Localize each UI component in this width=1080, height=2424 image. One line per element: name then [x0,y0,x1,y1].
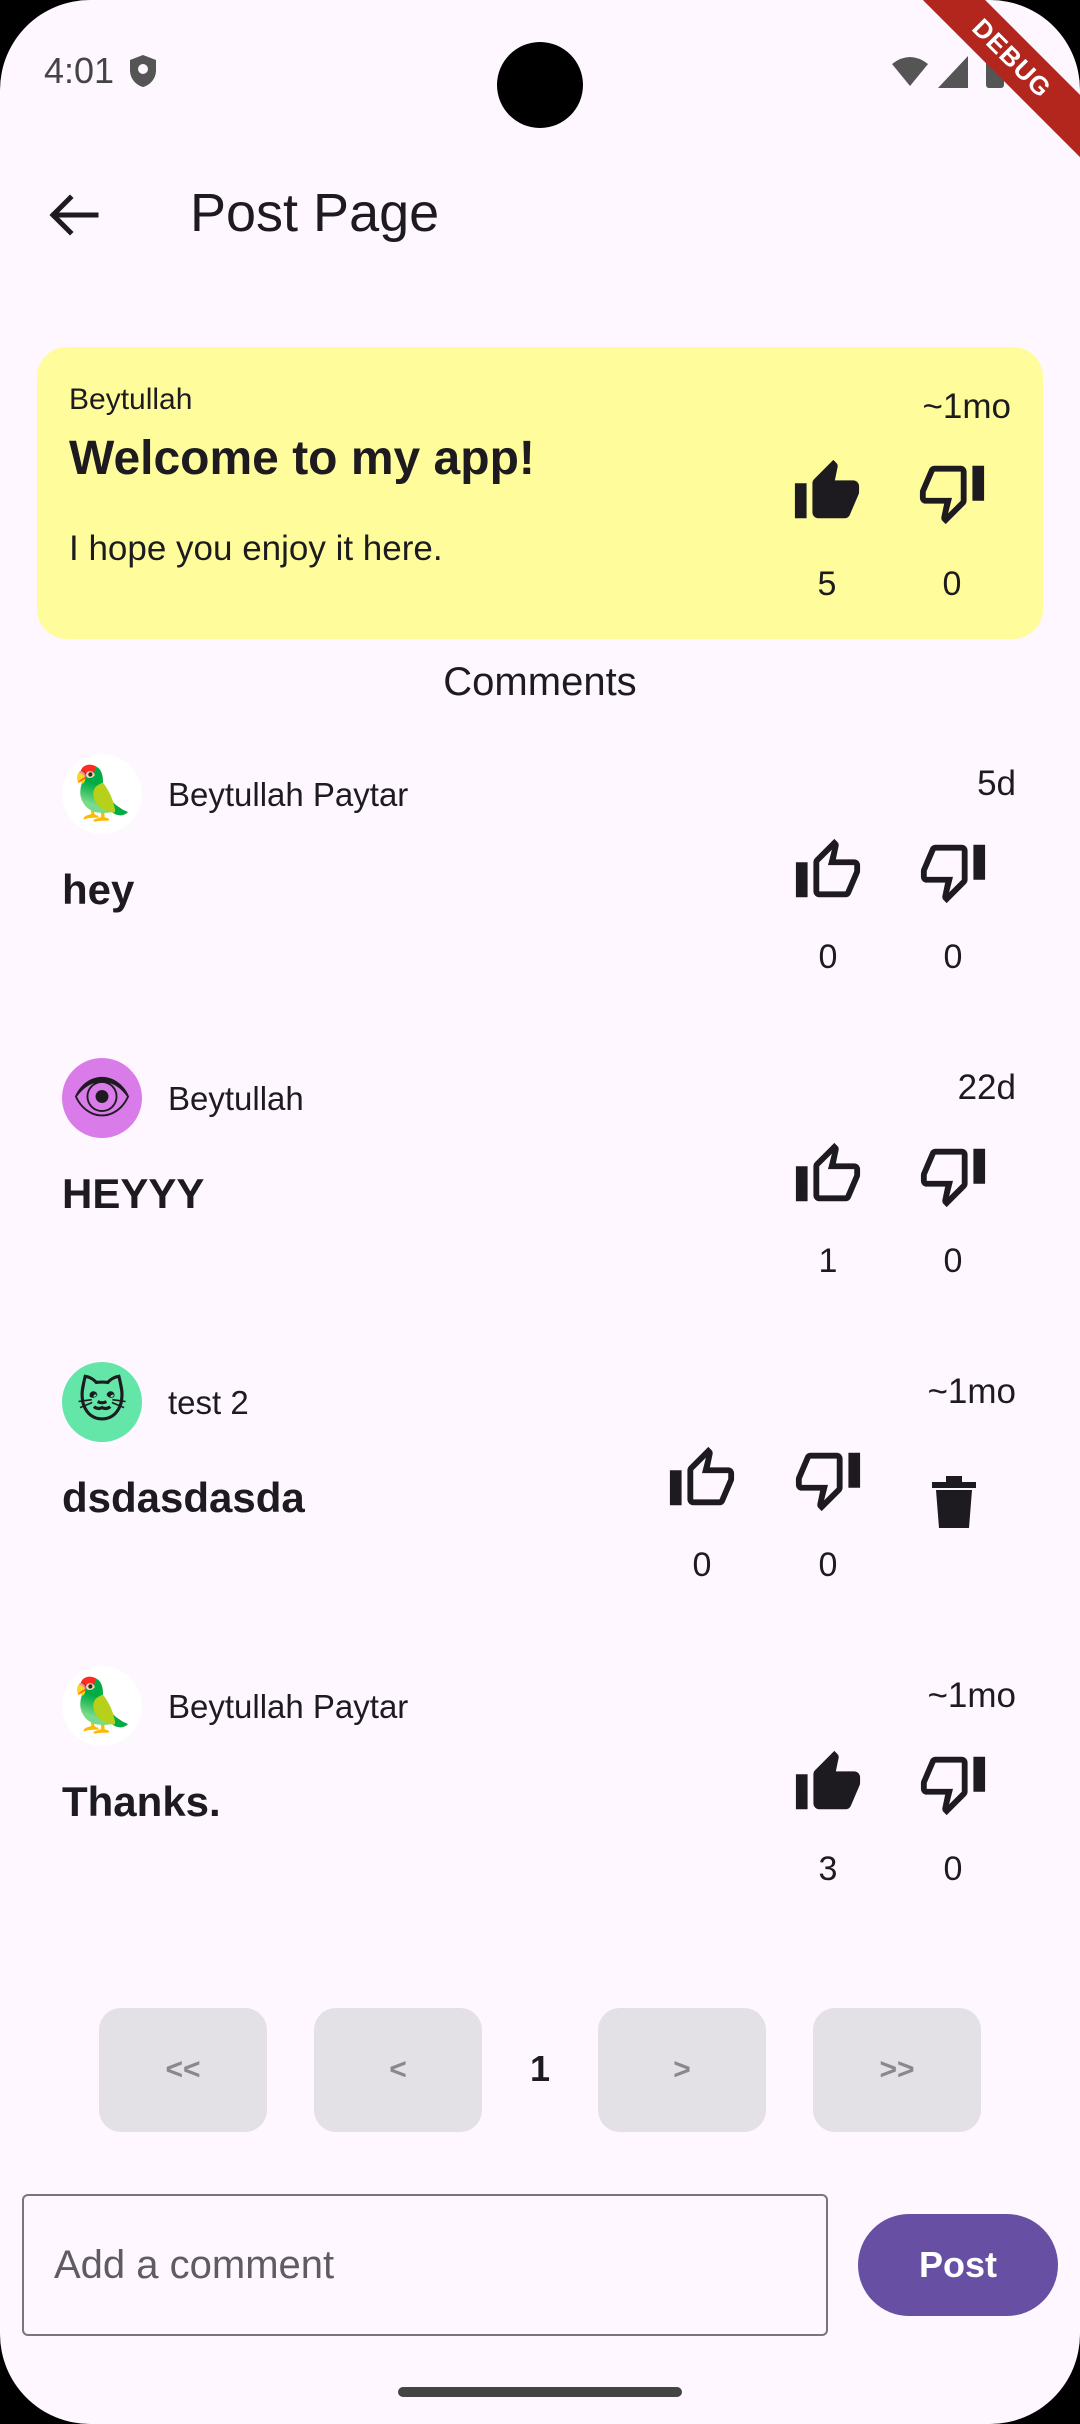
prev-page-button[interactable]: < [314,2008,482,2132]
post-like-count: 5 [817,565,837,603]
home-indicator[interactable] [398,2387,682,2397]
comment-like-count: 3 [818,1850,838,1888]
post-author: Beytullah [69,383,193,416]
comment-like-count: 0 [818,938,838,976]
page-title: Post Page [190,183,440,243]
thumb-down-outline-icon[interactable] [793,1444,863,1514]
avatar: 🦜 [62,754,142,834]
avatar: 🐱 [62,1362,142,1442]
last-page-button[interactable]: >> [813,2008,981,2132]
screen: 4:01 DEBUG Post Page Beytullah Welcome t… [0,0,1080,2424]
shield-icon [130,55,156,87]
next-page-button[interactable]: > [598,2008,766,2132]
first-page-button[interactable]: << [99,2008,267,2132]
comment-time: ~1mo [927,1676,1016,1715]
post-button[interactable]: Post [858,2214,1058,2316]
comment-text: dsdasdasda [62,1474,305,1521]
delete-icon[interactable] [929,1474,979,1530]
thumb-down-outline-icon[interactable] [917,457,987,527]
avatar: 🦜 [62,1666,142,1746]
thumb-up-outline-icon[interactable] [793,1140,863,1210]
comment-time: ~1mo [927,1372,1016,1411]
comment-time: 22d [957,1068,1016,1107]
post-body: I hope you enjoy it here. [69,529,443,568]
comment-item: 🐱 test 2 ~1mo dsdasdasda 0 0 [0,1362,1080,1662]
comment-item: 🦜 Beytullah Paytar ~1mo Thanks. 3 0 [0,1666,1080,1966]
comment-input[interactable] [22,2194,828,2336]
thumb-up-outline-icon[interactable] [793,836,863,906]
comment-time: 5d [977,764,1016,803]
thumb-down-outline-icon[interactable] [918,836,988,906]
back-arrow-icon[interactable] [44,190,104,240]
comment-author: Beytullah [168,1080,304,1117]
comment-text: HEYYY [62,1170,205,1217]
wifi-icon [892,57,928,86]
parrot-icon: 🦜 [69,1677,135,1735]
post-dislike-count: 0 [942,565,962,603]
cat-icon: 🐱 [76,1375,128,1428]
comment-like-count: 0 [692,1546,712,1584]
eye-icon: 👁 [71,1071,133,1124]
comment-item: 🦜 Beytullah Paytar 5d hey 0 0 [0,754,1080,1054]
thumb-up-filled-icon[interactable] [793,1748,863,1818]
comment-author: Beytullah Paytar [168,1688,409,1725]
comments-header: Comments [443,660,637,704]
comment-dislike-count: 0 [943,1242,963,1280]
signal-icon [938,56,968,88]
avatar: 👁 [62,1058,142,1138]
parrot-icon: 🦜 [69,765,135,823]
post-title: Welcome to my app! [69,432,535,485]
comment-item: 👁 Beytullah 22d HEYYY 1 0 [0,1058,1080,1358]
status-time: 4:01 [44,50,115,91]
comment-text: Thanks. [62,1778,221,1825]
comment-dislike-count: 0 [818,1546,838,1584]
comment-dislike-count: 0 [943,938,963,976]
thumb-down-outline-icon[interactable] [918,1748,988,1818]
comment-dislike-count: 0 [943,1850,963,1888]
current-page: 1 [529,2048,551,2089]
thumb-down-outline-icon[interactable] [918,1140,988,1210]
comment-like-count: 1 [818,1242,838,1280]
thumb-up-outline-icon[interactable] [667,1444,737,1514]
comment-text: hey [62,866,135,913]
comment-author: Beytullah Paytar [168,776,409,813]
thumb-up-filled-icon[interactable] [792,457,862,527]
camera-cutout [497,42,583,128]
post-time: ~1mo [922,387,1011,426]
post-card: Beytullah Welcome to my app! I hope you … [37,347,1043,639]
comment-author: test 2 [168,1384,249,1421]
